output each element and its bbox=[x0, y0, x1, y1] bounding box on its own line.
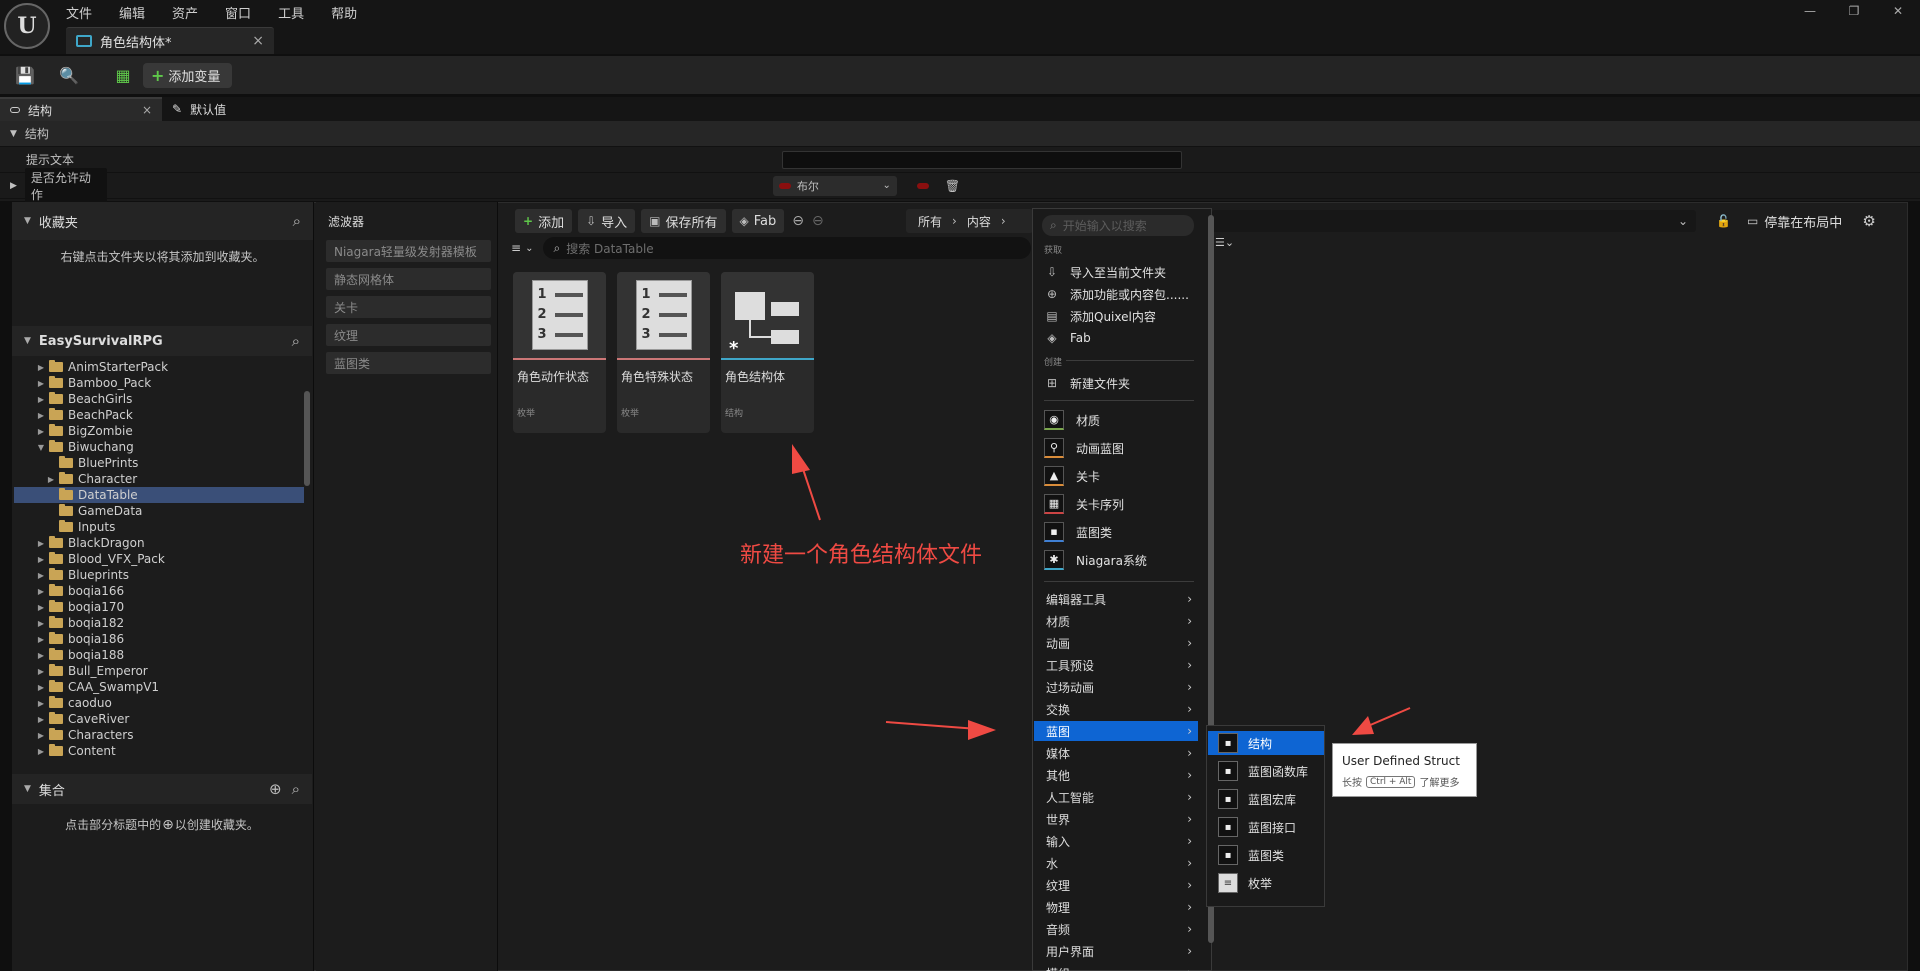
annotation-arrows bbox=[792, 444, 1411, 740]
menu-category[interactable]: 动画 › bbox=[1034, 633, 1198, 653]
menu-level-sequence[interactable]: ▦ 关卡序列 bbox=[1044, 494, 1196, 514]
fab-icon: ◈ bbox=[1047, 331, 1057, 345]
chevron-right-icon: › bbox=[1187, 702, 1192, 716]
chevron-right-icon: › bbox=[1187, 834, 1192, 848]
menu-search-placeholder: 开始输入以搜索 bbox=[1062, 219, 1147, 233]
chevron-right-icon: › bbox=[1187, 878, 1192, 892]
menu-fab[interactable]: ◈ Fab bbox=[1044, 328, 1196, 348]
menu-divider bbox=[1044, 400, 1194, 401]
menu-category[interactable]: 工具预设 › bbox=[1034, 655, 1198, 675]
chevron-right-icon: › bbox=[1187, 680, 1192, 694]
quixel-icon: ▤ bbox=[1046, 309, 1058, 323]
chevron-right-icon: › bbox=[1187, 658, 1192, 672]
submenu-enum[interactable]: ≡ 枚举 bbox=[1208, 871, 1324, 895]
menu-import-current[interactable]: ⇩ 导入至当前文件夹 bbox=[1044, 262, 1196, 282]
submenu-function-library[interactable]: ▪ 蓝图函数库 bbox=[1208, 759, 1324, 783]
menu-niagara-system[interactable]: ✱ Niagara系统 bbox=[1044, 550, 1196, 570]
chevron-right-icon: › bbox=[1187, 790, 1192, 804]
arrow-head bbox=[792, 444, 810, 474]
menu-search-input[interactable]: ⌕ 开始输入以搜索 bbox=[1042, 215, 1194, 236]
menu-divider bbox=[1044, 581, 1194, 582]
menu-section-create: 创建 bbox=[1044, 355, 1067, 368]
add-pack-icon: ⊕ bbox=[1046, 287, 1058, 301]
level-icon: ▲ bbox=[1044, 466, 1064, 486]
chevron-right-icon: › bbox=[1187, 900, 1192, 914]
function-library-icon: ▪ bbox=[1218, 761, 1238, 781]
chevron-right-icon: › bbox=[1187, 944, 1192, 958]
blueprint-class-icon: ▪ bbox=[1218, 845, 1238, 865]
menu-category[interactable]: 输入 › bbox=[1034, 831, 1198, 851]
menu-category[interactable]: 物理 › bbox=[1034, 897, 1198, 917]
menu-category[interactable]: 用户界面 › bbox=[1034, 941, 1198, 961]
menu-material[interactable]: ◉ 材质 bbox=[1044, 410, 1196, 430]
menu-category[interactable]: 蓝图 › bbox=[1034, 721, 1198, 741]
shortcut-key: Ctrl + Alt bbox=[1366, 775, 1416, 788]
menu-category[interactable]: 交换 › bbox=[1034, 699, 1198, 719]
menu-category[interactable]: 材质 › bbox=[1034, 611, 1198, 631]
level-sequence-icon: ▦ bbox=[1044, 494, 1064, 514]
submenu-macro-library[interactable]: ▪ 蓝图宏库 bbox=[1208, 787, 1324, 811]
menu-category[interactable]: 人工智能 › bbox=[1034, 787, 1198, 807]
struct-tooltip: User Defined Struct 长按 Ctrl + Alt 了解更多 bbox=[1332, 743, 1477, 797]
chevron-right-icon: › bbox=[1187, 746, 1192, 760]
tooltip-title: User Defined Struct bbox=[1342, 754, 1460, 768]
menu-category[interactable]: 音频 › bbox=[1034, 919, 1198, 939]
struct-icon: ▪ bbox=[1218, 733, 1238, 753]
chevron-right-icon: › bbox=[1187, 966, 1192, 971]
niagara-icon: ✱ bbox=[1044, 550, 1064, 570]
enum-icon: ≡ bbox=[1218, 873, 1238, 893]
material-icon: ◉ bbox=[1044, 410, 1064, 430]
menu-category[interactable]: 纹理 › bbox=[1034, 875, 1198, 895]
chevron-right-icon: › bbox=[1187, 592, 1192, 606]
submenu-struct[interactable]: ▪ 结构 bbox=[1208, 731, 1324, 755]
menu-add-quixel[interactable]: ▤ 添加Quixel内容 bbox=[1044, 306, 1196, 326]
import-icon: ⇩ bbox=[1046, 265, 1058, 279]
chevron-right-icon: › bbox=[1187, 768, 1192, 782]
chevron-right-icon: › bbox=[1187, 724, 1192, 738]
macro-library-icon: ▪ bbox=[1218, 789, 1238, 809]
tooltip-hint: 长按 Ctrl + Alt 了解更多 bbox=[1342, 775, 1460, 789]
menu-new-folder[interactable]: ⊞ 新建文件夹 bbox=[1044, 373, 1196, 393]
submenu-interface[interactable]: ▪ 蓝图接口 bbox=[1208, 815, 1324, 839]
menu-category[interactable]: 其他 › bbox=[1034, 765, 1198, 785]
submenu-blueprint-class[interactable]: ▪ 蓝图类 bbox=[1208, 843, 1324, 867]
new-folder-icon: ⊞ bbox=[1046, 376, 1058, 390]
menu-category[interactable]: 编辑器工具 › bbox=[1034, 589, 1198, 609]
annotation-text: 新建一个角色结构体文件 bbox=[740, 543, 983, 568]
anim-blueprint-icon: ⚲ bbox=[1044, 438, 1064, 458]
menu-section-get: 获取 bbox=[1044, 246, 1063, 256]
menu-anim-blueprint[interactable]: ⚲ 动画蓝图 bbox=[1044, 438, 1196, 458]
blueprint-class-icon: ▪ bbox=[1044, 522, 1064, 542]
chevron-right-icon: › bbox=[1187, 614, 1192, 628]
menu-category[interactable]: 媒体 › bbox=[1034, 743, 1198, 763]
menu-level[interactable]: ▲ 关卡 bbox=[1044, 466, 1196, 486]
chevron-right-icon: › bbox=[1187, 812, 1192, 826]
menu-add-feature-pack[interactable]: ⊕ 添加功能或内容包...... bbox=[1044, 284, 1196, 304]
chevron-right-icon: › bbox=[1187, 636, 1192, 650]
menu-divider bbox=[1044, 360, 1194, 361]
menu-category[interactable]: 过场动画 › bbox=[1034, 677, 1198, 697]
menu-category[interactable]: 模组› bbox=[1034, 963, 1198, 971]
menu-category[interactable]: 水 › bbox=[1034, 853, 1198, 873]
menu-category[interactable]: 世界 › bbox=[1034, 809, 1198, 829]
chevron-right-icon: › bbox=[1187, 922, 1192, 936]
menu-blueprint-class[interactable]: ▪ 蓝图类 bbox=[1044, 522, 1196, 542]
chevron-right-icon: › bbox=[1187, 856, 1192, 870]
search-icon: ⌕ bbox=[1050, 218, 1057, 232]
interface-icon: ▪ bbox=[1218, 817, 1238, 837]
